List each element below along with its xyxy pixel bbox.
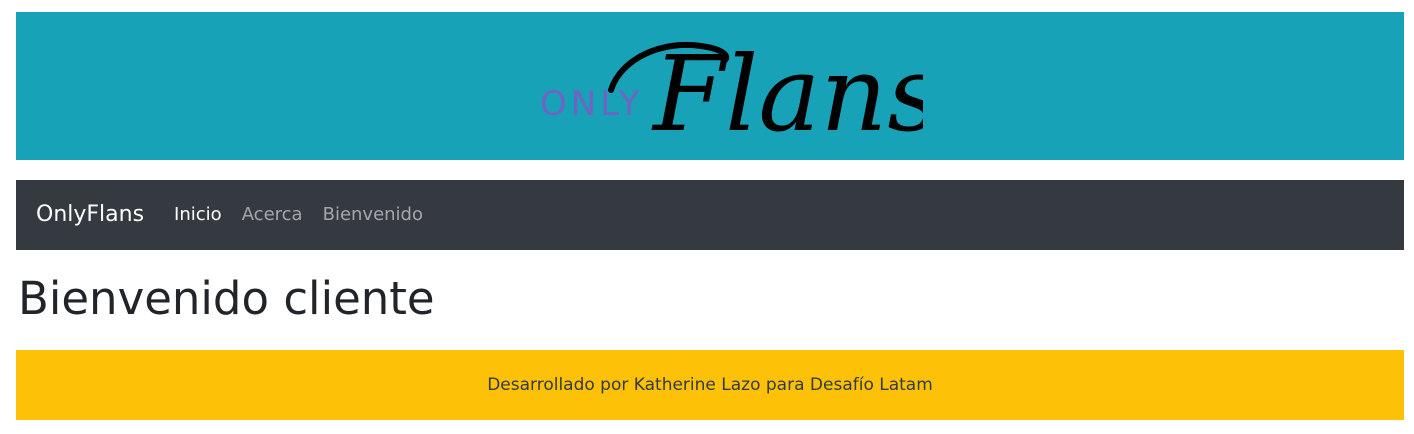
nav-link-bienvenido[interactable]: Bienvenido [323,206,423,224]
nav-link-acerca[interactable]: Acerca [242,206,303,224]
page: Flans ONLY OnlyFlans Inicio Acerca Bienv… [0,0,1414,434]
logo-script-text: Flans [651,33,923,138]
logo-prefix: ONLY [540,84,644,124]
page-title: Bienvenido cliente [18,272,435,325]
nav-links: Inicio Acerca Bienvenido [174,206,423,224]
footer-text: Desarrollado por Katherine Lazo para Des… [487,375,933,395]
navbar: OnlyFlans Inicio Acerca Bienvenido [16,180,1404,250]
onlyflans-logo: Flans ONLY [523,28,923,138]
navbar-brand[interactable]: OnlyFlans [36,204,144,226]
nav-link-inicio[interactable]: Inicio [174,206,222,224]
header-banner: Flans ONLY [16,12,1404,160]
footer: Desarrollado por Katherine Lazo para Des… [16,350,1404,420]
